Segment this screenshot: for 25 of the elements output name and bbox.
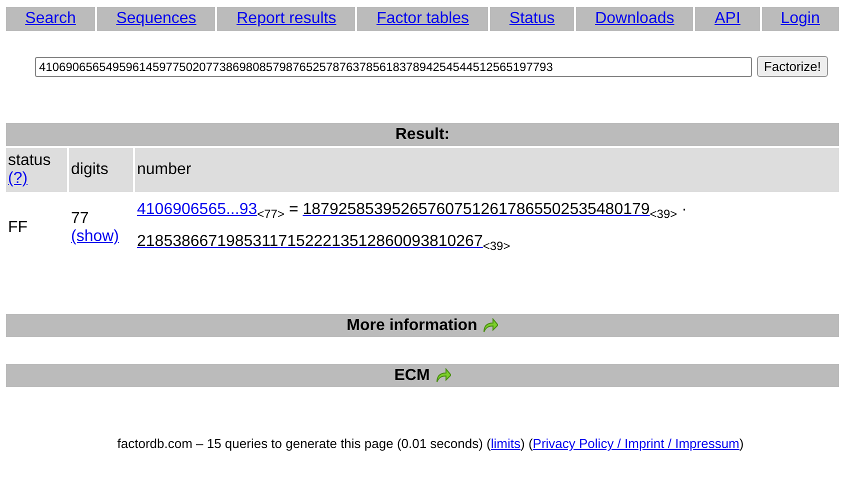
result-header: Result: [6, 123, 839, 146]
number-link[interactable]: 4106906565...93 [137, 201, 258, 218]
footer-link[interactable]: Privacy Policy / Imprint / Impressum [532, 436, 740, 451]
section-header[interactable]: ECM [6, 364, 839, 387]
status-cell-text: FF [7, 218, 29, 238]
show-link[interactable]: (show) [71, 228, 120, 245]
footer-text: factordb.com – 15 queries to generate this page (0.01 seconds) (limits) (Privacy Policy / Imprint / Impressum) [116, 436, 745, 451]
column-header: digits [69, 148, 133, 192]
number-input-field[interactable]: 41069065654959614597750207738698085798765257876378561837894254544512565197793 [35, 56, 752, 76]
redo-arrow-icon[interactable] [434, 368, 451, 383]
multiply-dot: · [682, 201, 687, 218]
column-header: number [135, 148, 839, 192]
redo-arrow-icon[interactable] [482, 318, 498, 333]
digit-count: <39> [482, 239, 510, 253]
digit-count: <39> [650, 207, 678, 221]
help-link[interactable]: (?) [8, 170, 28, 187]
factor-link[interactable]: 187925853952657607512617865502535480179 [302, 201, 650, 218]
section-header[interactable]: More information [6, 314, 839, 337]
factorize-button[interactable]: Factorize! [756, 56, 828, 77]
column-label: status [8, 152, 51, 169]
footer-link[interactable]: limits [490, 436, 520, 451]
digits-value: 77 [71, 210, 89, 227]
factor-link[interactable]: 218538667198531171522213512860093810267 [137, 233, 483, 250]
equals-sign: = [288, 201, 298, 218]
digit-count: <77> [257, 207, 284, 221]
